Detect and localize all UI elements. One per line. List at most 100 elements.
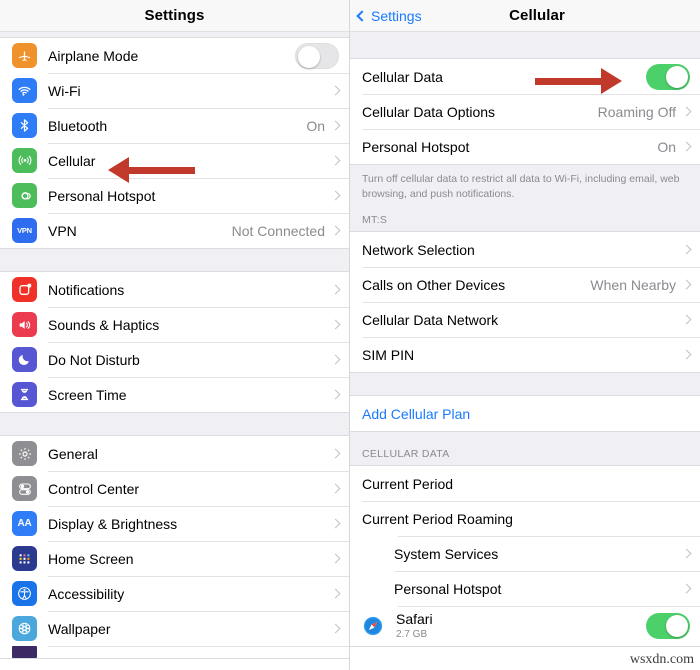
sidebar-item-label: Bluetooth [48,117,108,134]
row-label: Current Period [362,475,454,492]
row-cellular-data-options[interactable]: Cellular Data Options Roaming Off [350,94,700,129]
chevron-right-icon [330,553,341,564]
home-screen-grid-icon [12,546,37,571]
sidebar-item-notifications[interactable]: Notifications [0,272,349,307]
sidebar-item-value: Not Connected [231,222,325,239]
row-label: Current Period Roaming [362,510,513,527]
row-system-services[interactable]: System Services [350,536,700,572]
sidebar-item-general[interactable]: General [0,436,349,471]
sidebar-item-screen-time[interactable]: Screen Time [0,377,349,412]
sidebar-item-label: Wallpaper [48,620,111,637]
siri-search-icon [12,646,37,658]
sidebar-item-home-screen[interactable]: Home Screen [0,541,349,576]
spacer [0,413,349,435]
chevron-right-icon [330,448,341,459]
toggle-knob [298,45,320,68]
chevron-right-icon [681,244,692,255]
settings-group-connectivity: Airplane Mode Wi-Fi Bluetooth On Cellula… [0,37,349,249]
row-label: Cellular Data Options [362,103,496,120]
chevron-right-icon [330,389,341,400]
sidebar-item-sounds-haptics[interactable]: Sounds & Haptics [0,307,349,342]
row-sim-pin[interactable]: SIM PIN [350,337,700,373]
chevron-right-icon [330,155,341,166]
screen-time-hourglass-icon [12,382,37,407]
row-label: Safari [396,611,433,628]
page-title: Cellular [509,7,565,24]
sidebar-item-label: Home Screen [48,550,134,567]
cellular-data-toggle[interactable] [646,63,690,90]
sidebar-item-label: Wi-Fi [48,82,81,99]
sidebar-item-bluetooth[interactable]: Bluetooth On [0,108,349,143]
row-current-period[interactable]: Current Period [350,466,700,502]
sidebar-item-do-not-disturb[interactable]: Do Not Disturb [0,342,349,377]
sidebar-item-label: Accessibility [48,585,125,602]
red-arrow-pointing-to-cellular-data-toggle [535,68,622,94]
sidebar-item-control-center[interactable]: Control Center [0,471,349,506]
sidebar-item-label: General [48,445,98,462]
back-button[interactable]: Settings [356,8,422,24]
spacer [350,32,700,58]
chevron-right-icon [681,314,692,325]
add-cellular-plan-link[interactable]: Add Cellular Plan [362,406,690,422]
wifi-icon [12,78,37,103]
sidebar-item-partial-next[interactable] [0,646,349,658]
sidebar-item-label: Notifications [48,281,125,298]
sidebar-item-label: Control Center [48,480,140,497]
vpn-icon: VPN [12,218,37,243]
row-safari-app[interactable]: Safari 2.7 GB [350,606,700,647]
sidebar-item-wifi[interactable]: Wi-Fi [0,73,349,108]
sidebar-item-vpn[interactable]: VPN VPN Not Connected [0,213,349,248]
sounds-haptics-icon [12,312,37,337]
settings-group-system: General Control Center AA Display & Brig… [0,435,349,659]
chevron-right-icon [330,354,341,365]
sidebar-item-personal-hotspot[interactable]: Personal Hotspot [0,178,349,213]
chevron-right-icon [330,120,341,131]
watermark: wsxdn.com [629,652,694,667]
chevron-right-icon [681,106,692,117]
arrow-head [601,68,622,94]
spacer [0,249,349,271]
arrow-shaft [535,77,601,85]
safari-cellular-toggle[interactable] [646,613,690,640]
left-navbar: Settings [0,0,349,32]
cellular-antenna-icon [12,148,37,173]
row-personal-hotspot[interactable]: Personal Hotspot On [350,129,700,164]
sidebar-item-accessibility[interactable]: Accessibility [0,576,349,611]
row-value: Roaming Off [597,103,676,120]
row-cellular-data[interactable]: Cellular Data [350,59,700,94]
cellular-data-usage-header: CELLULAR DATA [350,432,700,466]
cellular-data-usage-group: Current Period Current Period Roaming Sy… [350,465,700,648]
row-label: Personal Hotspot [394,580,502,597]
safari-compass-icon [362,615,384,637]
chevron-right-icon [681,349,692,360]
row-personal-hotspot-usage[interactable]: Personal Hotspot [350,571,700,607]
row-label: Calls on Other Devices [362,276,506,293]
add-plan-group: Add Cellular Plan [350,395,700,433]
sidebar-item-label: Do Not Disturb [48,351,140,368]
cellular-main-group: Cellular Data Cellular Data Options Roam… [350,58,700,165]
row-value: When Nearby [590,276,676,293]
wallpaper-flower-icon [12,616,37,641]
sidebar-item-label: Screen Time [48,386,127,403]
row-calls-on-other-devices[interactable]: Calls on Other Devices When Nearby [350,267,700,303]
accessibility-icon [12,581,37,606]
chevron-right-icon [330,225,341,236]
row-label: Cellular Data Network [362,311,499,328]
sidebar-item-wallpaper[interactable]: Wallpaper [0,611,349,646]
sidebar-item-display-brightness[interactable]: AA Display & Brightness [0,506,349,541]
row-add-cellular-plan[interactable]: Add Cellular Plan [350,396,700,432]
chevron-right-icon [681,583,692,594]
row-network-selection[interactable]: Network Selection [350,232,700,268]
safari-data-usage: 2.7 GB [396,629,428,641]
arrow-shaft [129,166,195,174]
row-label: Network Selection [362,241,475,258]
chevron-right-icon [330,190,341,201]
chevron-right-icon [330,85,341,96]
row-current-period-roaming[interactable]: Current Period Roaming [350,501,700,537]
sidebar-item-airplane-mode[interactable]: Airplane Mode [0,38,349,73]
chevron-right-icon [330,319,341,330]
control-center-icon [12,476,37,501]
safari-text-block: Safari 2.7 GB [396,611,646,641]
airplane-mode-toggle[interactable] [295,42,339,69]
row-cellular-data-network[interactable]: Cellular Data Network [350,302,700,338]
